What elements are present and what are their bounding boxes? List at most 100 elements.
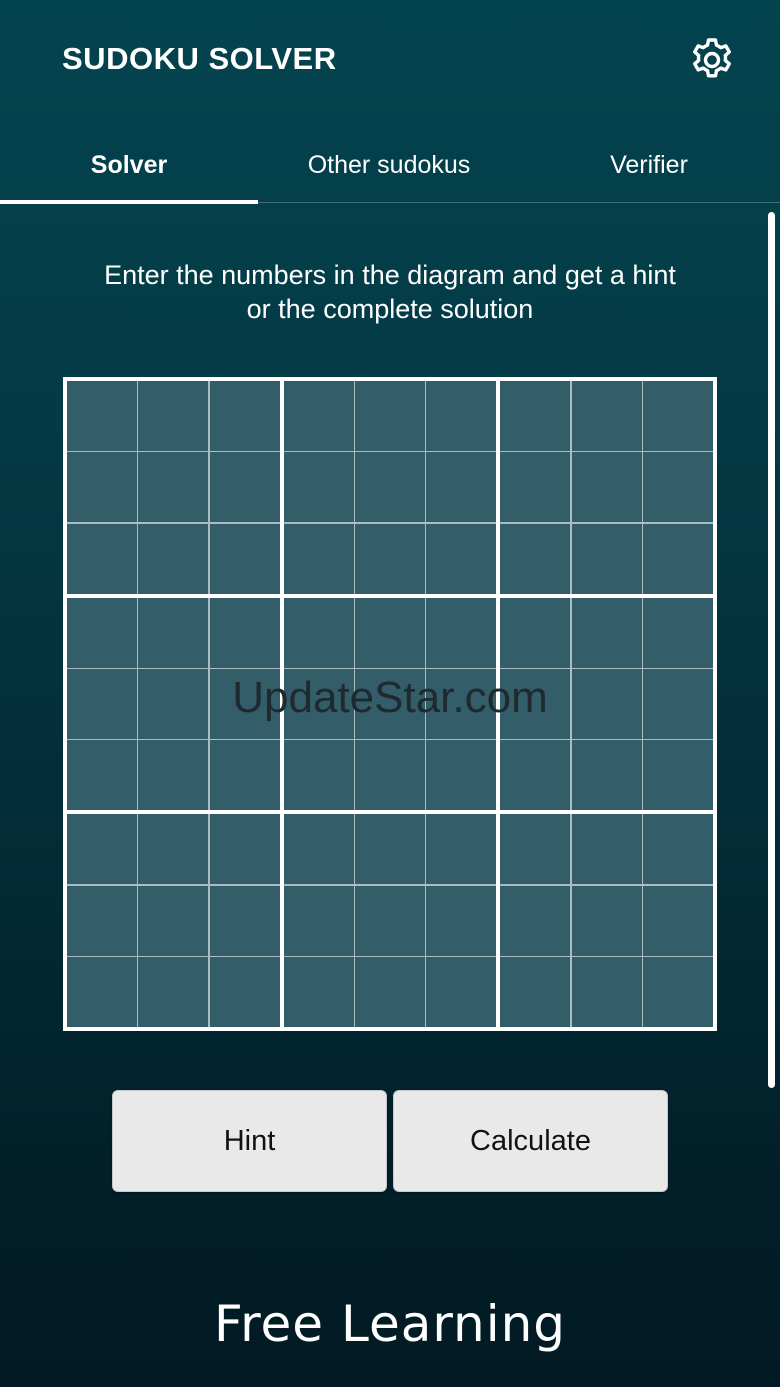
sudoku-cell[interactable] [67, 669, 137, 739]
sudoku-cell[interactable] [643, 957, 713, 1027]
sudoku-cell[interactable] [355, 885, 425, 956]
gear-icon [693, 38, 731, 78]
sudoku-cell[interactable] [571, 381, 642, 451]
sudoku-box [67, 381, 280, 594]
sudoku-cell[interactable] [283, 814, 354, 885]
sudoku-cell[interactable] [643, 597, 713, 668]
sudoku-cell[interactable] [355, 669, 425, 739]
sudoku-cell[interactable] [643, 523, 713, 594]
sudoku-cell[interactable] [571, 523, 642, 594]
sudoku-cell[interactable] [138, 669, 209, 739]
sudoku-cell[interactable] [571, 597, 642, 668]
sudoku-cell[interactable] [67, 814, 137, 885]
sudoku-cell[interactable] [571, 740, 642, 811]
settings-button[interactable] [686, 34, 738, 86]
sudoku-box [500, 597, 713, 811]
instructions-text: Enter the numbers in the diagram and get… [60, 258, 720, 326]
sudoku-cell[interactable] [355, 957, 425, 1027]
sudoku-cell[interactable] [283, 523, 354, 594]
sudoku-cell[interactable] [500, 523, 571, 594]
sudoku-cell[interactable] [643, 740, 713, 811]
sudoku-cell[interactable] [355, 381, 425, 451]
sudoku-cell[interactable] [138, 740, 209, 811]
calculate-button[interactable]: Calculate [393, 1090, 668, 1192]
sudoku-cell[interactable] [67, 957, 137, 1027]
sudoku-cell[interactable] [209, 957, 280, 1027]
sudoku-cell[interactable] [209, 381, 280, 451]
sudoku-cell[interactable] [138, 523, 209, 594]
sudoku-cell[interactable] [209, 885, 280, 956]
sudoku-cell[interactable] [355, 597, 425, 668]
sudoku-cell[interactable] [67, 597, 137, 668]
sudoku-cell[interactable] [426, 597, 497, 668]
sudoku-cell[interactable] [209, 814, 280, 885]
sudoku-box [283, 597, 497, 811]
sudoku-cell[interactable] [643, 885, 713, 956]
free-learning-logo: Free Learning [213, 1295, 567, 1353]
sudoku-cell[interactable] [355, 814, 425, 885]
sudoku-cell[interactable] [67, 740, 137, 811]
sudoku-cell[interactable] [571, 814, 642, 885]
sudoku-cell[interactable] [643, 669, 713, 739]
sudoku-box [283, 814, 497, 1027]
sudoku-cell[interactable] [426, 885, 497, 956]
sudoku-cell[interactable] [283, 597, 354, 668]
sudoku-cell[interactable] [500, 597, 571, 668]
app-title: SUDOKU SOLVER [62, 41, 337, 76]
sudoku-cell[interactable] [283, 885, 354, 956]
sudoku-box [283, 381, 497, 594]
scrollbar[interactable] [768, 212, 775, 1088]
sudoku-cell[interactable] [426, 523, 497, 594]
sudoku-cell[interactable] [138, 452, 209, 523]
sudoku-cell[interactable] [67, 381, 137, 451]
sudoku-cell[interactable] [643, 814, 713, 885]
sudoku-cell[interactable] [138, 814, 209, 885]
sudoku-cell[interactable] [209, 597, 280, 668]
sudoku-cell[interactable] [283, 740, 354, 811]
sudoku-cell[interactable] [571, 452, 642, 523]
sudoku-cell[interactable] [209, 452, 280, 523]
tab-other-sudokus[interactable]: Other sudokus [260, 128, 518, 202]
sudoku-cell[interactable] [426, 452, 497, 523]
sudoku-cell[interactable] [571, 669, 642, 739]
sudoku-cell[interactable] [138, 957, 209, 1027]
sudoku-cell[interactable] [426, 740, 497, 811]
sudoku-cell[interactable] [283, 381, 354, 451]
sudoku-cell[interactable] [500, 669, 571, 739]
sudoku-cell[interactable] [138, 381, 209, 451]
sudoku-cell[interactable] [355, 523, 425, 594]
sudoku-cell[interactable] [355, 452, 425, 523]
sudoku-cell[interactable] [500, 452, 571, 523]
sudoku-box [500, 814, 713, 1027]
sudoku-cell[interactable] [67, 523, 137, 594]
sudoku-cell[interactable] [500, 957, 571, 1027]
sudoku-cell[interactable] [138, 597, 209, 668]
sudoku-cell[interactable] [426, 381, 497, 451]
tab-verifier[interactable]: Verifier [520, 128, 778, 202]
sudoku-cell[interactable] [643, 452, 713, 523]
sudoku-cell[interactable] [500, 885, 571, 956]
sudoku-cell[interactable] [67, 452, 137, 523]
sudoku-box [67, 814, 280, 1027]
sudoku-cell[interactable] [283, 957, 354, 1027]
sudoku-cell[interactable] [283, 669, 354, 739]
tab-solver[interactable]: Solver [0, 128, 258, 202]
sudoku-cell[interactable] [67, 885, 137, 956]
sudoku-cell[interactable] [571, 957, 642, 1027]
sudoku-cell[interactable] [643, 381, 713, 451]
sudoku-cell[interactable] [209, 740, 280, 811]
sudoku-cell[interactable] [355, 740, 425, 811]
sudoku-cell[interactable] [426, 669, 497, 739]
hint-button[interactable]: Hint [112, 1090, 387, 1192]
tab-bar: Solver Other sudokus Verifier [0, 128, 780, 206]
sudoku-cell[interactable] [426, 814, 497, 885]
sudoku-cell[interactable] [209, 669, 280, 739]
sudoku-cell[interactable] [209, 523, 280, 594]
sudoku-cell[interactable] [138, 885, 209, 956]
sudoku-cell[interactable] [500, 381, 571, 451]
sudoku-cell[interactable] [500, 814, 571, 885]
sudoku-cell[interactable] [426, 957, 497, 1027]
sudoku-cell[interactable] [571, 885, 642, 956]
sudoku-cell[interactable] [283, 452, 354, 523]
sudoku-cell[interactable] [500, 740, 571, 811]
